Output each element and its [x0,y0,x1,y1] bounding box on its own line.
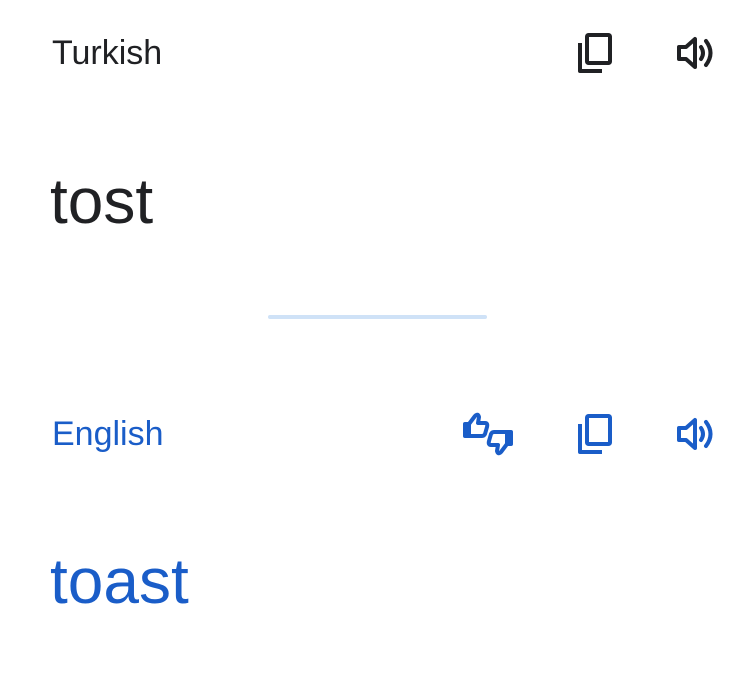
rate-translation-button[interactable] [458,408,518,460]
source-language-label: Turkish [52,34,163,72]
copy-icon [574,412,614,456]
target-language-label: English [52,415,164,453]
source-text: tost [50,165,154,237]
translation-text[interactable]: toast [50,545,189,617]
thumbs-rating-icon [460,410,516,458]
translation-listen-button[interactable] [670,408,722,460]
source-listen-button[interactable] [670,27,722,79]
source-copy-button[interactable] [568,27,620,79]
speaker-icon [675,33,717,73]
translation-copy-button[interactable] [568,408,620,460]
copy-icon [574,31,614,75]
panel-divider [268,315,487,319]
speaker-icon [675,414,717,454]
